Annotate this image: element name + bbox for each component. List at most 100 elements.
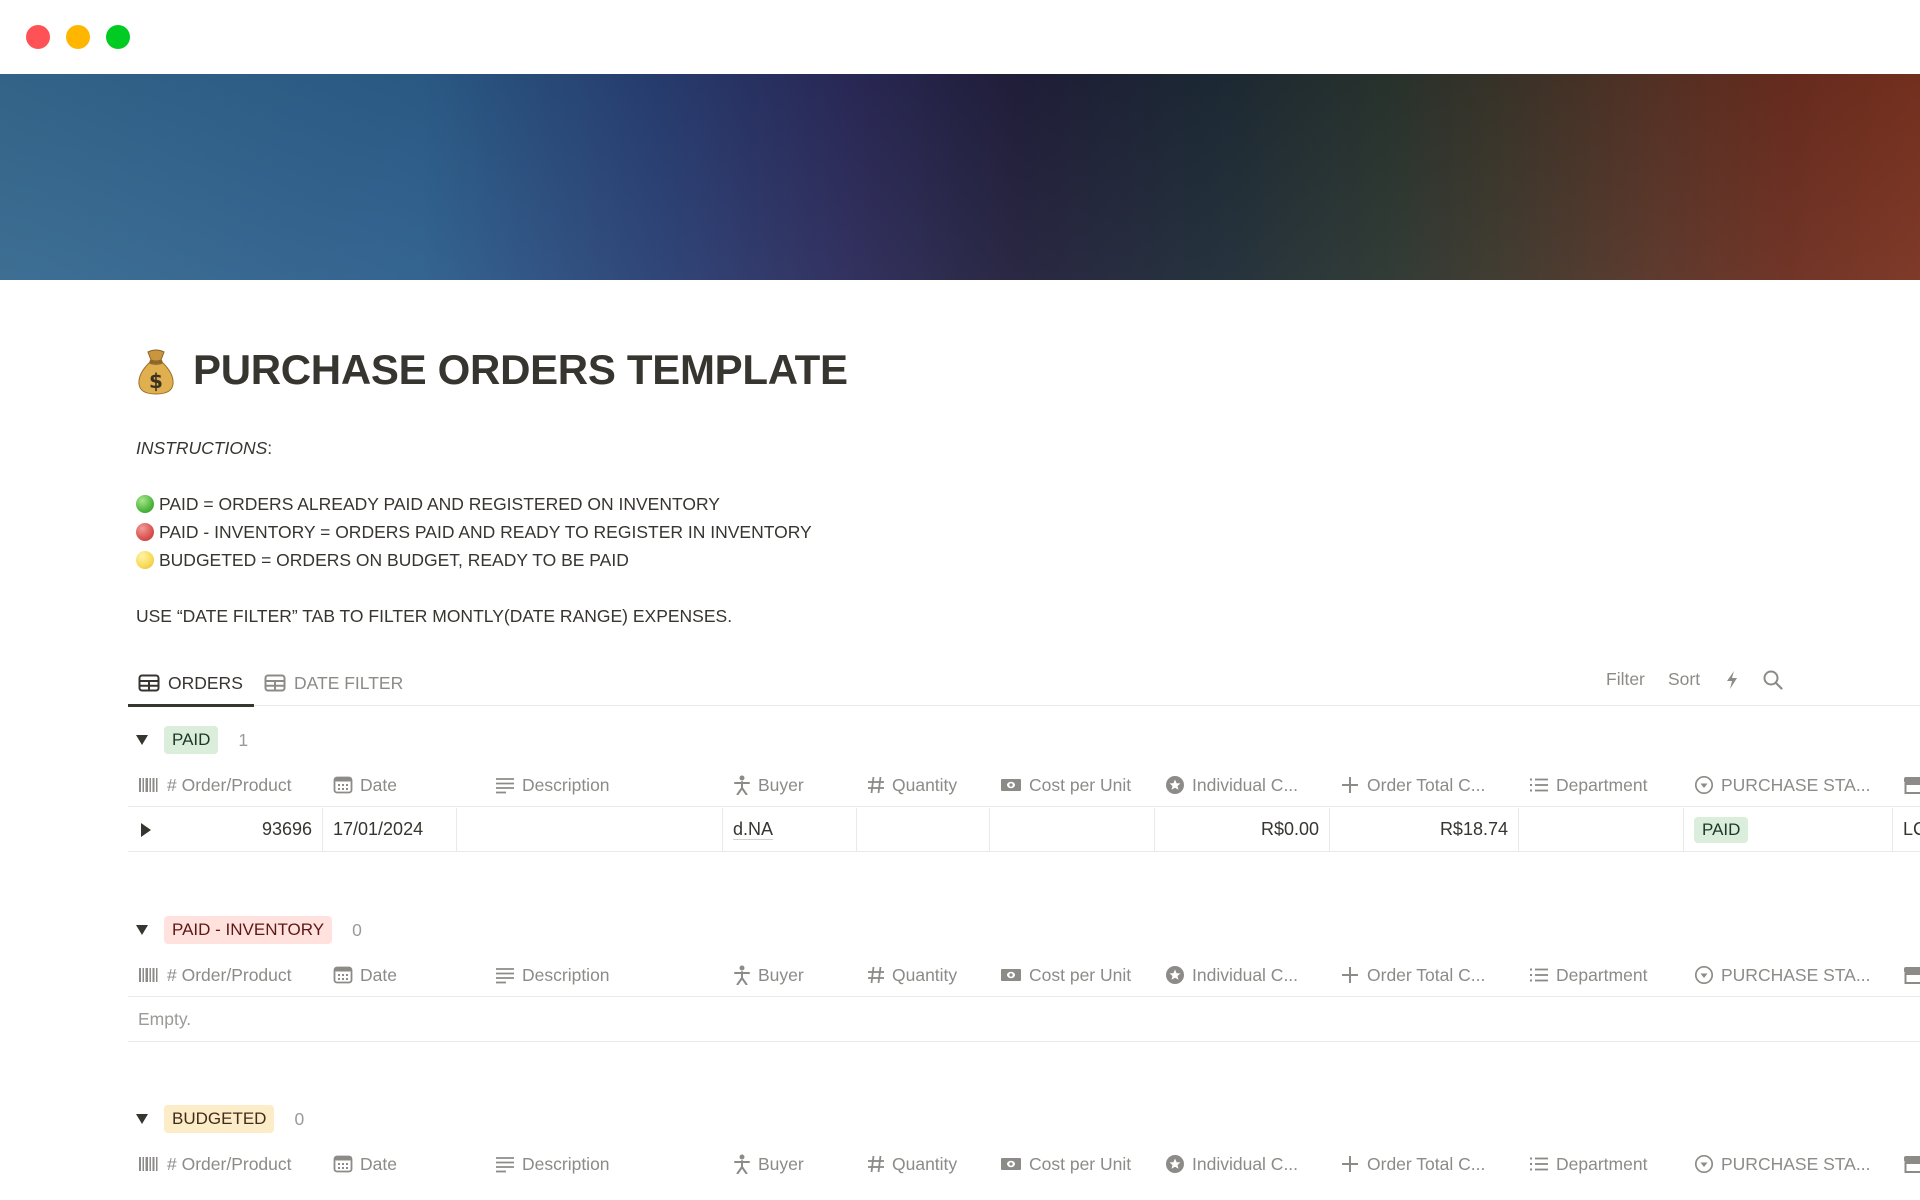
close-window-button[interactable] xyxy=(26,25,50,49)
column-label: Order Total C... xyxy=(1367,1153,1486,1174)
column-label: # Order/Product xyxy=(167,964,292,985)
column-header-purchase-status[interactable]: PURCHASE STA... xyxy=(1684,953,1893,997)
collapse-group-toggle[interactable] xyxy=(128,1114,158,1124)
cell-cost-per-unit[interactable] xyxy=(990,808,1155,851)
column-header-extra[interactable] xyxy=(1893,1142,1920,1186)
column-header-purchase-status[interactable]: PURCHASE STA... xyxy=(1684,763,1893,807)
column-header-order-total[interactable]: Order Total C... xyxy=(1330,763,1519,807)
column-header-description[interactable]: Description xyxy=(457,1142,723,1186)
column-label: Description xyxy=(522,964,610,985)
column-header-extra[interactable] xyxy=(1893,763,1920,807)
column-header-buyer[interactable]: Buyer xyxy=(723,953,857,997)
column-header-individual-cost[interactable]: Individual C... xyxy=(1155,953,1330,997)
legend-text: BUDGETED = ORDERS ON BUDGET, READY TO BE… xyxy=(159,550,629,570)
expand-row-icon[interactable] xyxy=(140,822,152,837)
column-header-order-total[interactable]: Order Total C... xyxy=(1330,1142,1519,1186)
calendar-icon xyxy=(333,966,353,984)
cell-purchase-status[interactable]: PAID xyxy=(1684,808,1893,851)
calendar-icon xyxy=(333,776,353,794)
column-label: Department xyxy=(1556,1153,1648,1174)
group-label[interactable]: BUDGETED xyxy=(164,1105,275,1133)
legend-text: PAID = ORDERS ALREADY PAID AND REGISTERE… xyxy=(159,494,720,514)
cell-buyer[interactable]: d.NA xyxy=(723,808,857,851)
group-label[interactable]: PAID xyxy=(164,726,219,754)
buyer-name[interactable]: d.NA xyxy=(733,819,774,840)
cell-description[interactable] xyxy=(457,808,723,851)
column-header-quantity[interactable]: Quantity xyxy=(857,763,990,807)
status-icon xyxy=(1694,775,1714,795)
column-header-department[interactable]: Department xyxy=(1519,953,1684,997)
cell-individual-cost[interactable]: R$0.00 xyxy=(1155,808,1330,851)
cell-quantity[interactable] xyxy=(857,808,990,851)
search-button[interactable] xyxy=(1762,669,1784,696)
page-cover-banner xyxy=(0,74,1920,280)
automation-button[interactable] xyxy=(1724,670,1740,695)
column-header-cost-per-unit[interactable]: Cost per Unit xyxy=(990,953,1155,997)
column-header-date[interactable]: Date xyxy=(323,1142,457,1186)
sort-button[interactable]: Sort xyxy=(1668,669,1700,690)
cell-order[interactable]: 93696 xyxy=(128,808,323,851)
column-header-order[interactable]: # Order/Product xyxy=(128,1142,323,1186)
column-header-order[interactable]: # Order/Product xyxy=(128,763,323,807)
cell-date[interactable]: 17/01/2024 xyxy=(323,808,457,851)
legend-text: PAID - INVENTORY = ORDERS PAID AND READY… xyxy=(159,522,812,542)
money-bag-icon[interactable]: $ xyxy=(134,348,178,396)
column-label: Quantity xyxy=(892,1153,958,1174)
green-circle-icon xyxy=(136,495,154,513)
cell-department[interactable] xyxy=(1519,808,1684,851)
column-label: Cost per Unit xyxy=(1029,1153,1132,1174)
column-header-individual-cost[interactable]: Individual C... xyxy=(1155,1142,1330,1186)
legend-item-budgeted: BUDGETED = ORDERS ON BUDGET, READY TO BE… xyxy=(136,550,629,571)
column-label: PURCHASE STA... xyxy=(1721,1153,1871,1174)
column-header-individual-cost[interactable]: Individual C... xyxy=(1155,763,1330,807)
legend-item-paid: PAID = ORDERS ALREADY PAID AND REGISTERE… xyxy=(136,494,720,515)
column-header-cost-per-unit[interactable]: Cost per Unit xyxy=(990,1142,1155,1186)
column-header-quantity[interactable]: Quantity xyxy=(857,1142,990,1186)
red-circle-icon xyxy=(136,523,154,541)
column-header-buyer[interactable]: Buyer xyxy=(723,763,857,807)
collapse-group-toggle[interactable] xyxy=(128,735,158,745)
column-header-department[interactable]: Department xyxy=(1519,1142,1684,1186)
column-header-description[interactable]: Description xyxy=(457,953,723,997)
table-header-row: # Order/Product Date Description Buyer Q… xyxy=(128,953,1920,997)
column-header-purchase-status[interactable]: PURCHASE STA... xyxy=(1684,1142,1893,1186)
column-label: Individual C... xyxy=(1192,774,1299,795)
column-header-buyer[interactable]: Buyer xyxy=(723,1142,857,1186)
instructions-label: INSTRUCTIONS xyxy=(136,438,268,458)
minimize-window-button[interactable] xyxy=(66,25,90,49)
column-label: Buyer xyxy=(758,1153,804,1174)
column-header-quantity[interactable]: Quantity xyxy=(857,953,990,997)
column-label: Cost per Unit xyxy=(1029,964,1132,985)
status-icon xyxy=(1694,1154,1714,1174)
formula-star-icon xyxy=(1166,1155,1184,1173)
column-label: # Order/Product xyxy=(167,774,292,795)
column-header-department[interactable]: Department xyxy=(1519,763,1684,807)
collapse-group-toggle[interactable] xyxy=(128,925,158,935)
yellow-circle-icon xyxy=(136,551,154,569)
column-header-extra[interactable] xyxy=(1893,953,1920,997)
table-row[interactable]: 93696 17/01/2024 d.NA R$0.00 R$18.74 PAI… xyxy=(128,808,1920,852)
column-label: Order Total C... xyxy=(1367,774,1486,795)
cell-order-total[interactable]: R$18.74 xyxy=(1330,808,1519,851)
barcode-icon xyxy=(139,778,158,792)
column-header-date[interactable]: Date xyxy=(323,763,457,807)
column-header-order[interactable]: # Order/Product xyxy=(128,953,323,997)
column-header-date[interactable]: Date xyxy=(323,953,457,997)
column-header-order-total[interactable]: Order Total C... xyxy=(1330,953,1519,997)
column-header-cost-per-unit[interactable]: Cost per Unit xyxy=(990,763,1155,807)
column-header-description[interactable]: Description xyxy=(457,763,723,807)
zoom-window-button[interactable] xyxy=(106,25,130,49)
plus-icon xyxy=(1342,1156,1358,1172)
caret-down-icon xyxy=(136,925,148,935)
instructions-heading: INSTRUCTIONS: xyxy=(136,438,272,459)
text-lines-icon xyxy=(496,968,514,984)
column-label: Description xyxy=(522,1153,610,1174)
empty-group-row[interactable]: Empty. xyxy=(128,998,1920,1042)
table-header-row: # Order/Product Date Description Buyer Q… xyxy=(128,763,1920,807)
page-title: PURCHASE ORDERS TEMPLATE xyxy=(193,346,848,393)
filter-button[interactable]: Filter xyxy=(1606,669,1645,690)
column-label: Individual C... xyxy=(1192,1153,1299,1174)
cell-extra[interactable]: LC xyxy=(1893,808,1920,851)
legend-item-paid-inventory: PAID - INVENTORY = ORDERS PAID AND READY… xyxy=(136,522,812,543)
group-label[interactable]: PAID - INVENTORY xyxy=(164,916,333,944)
